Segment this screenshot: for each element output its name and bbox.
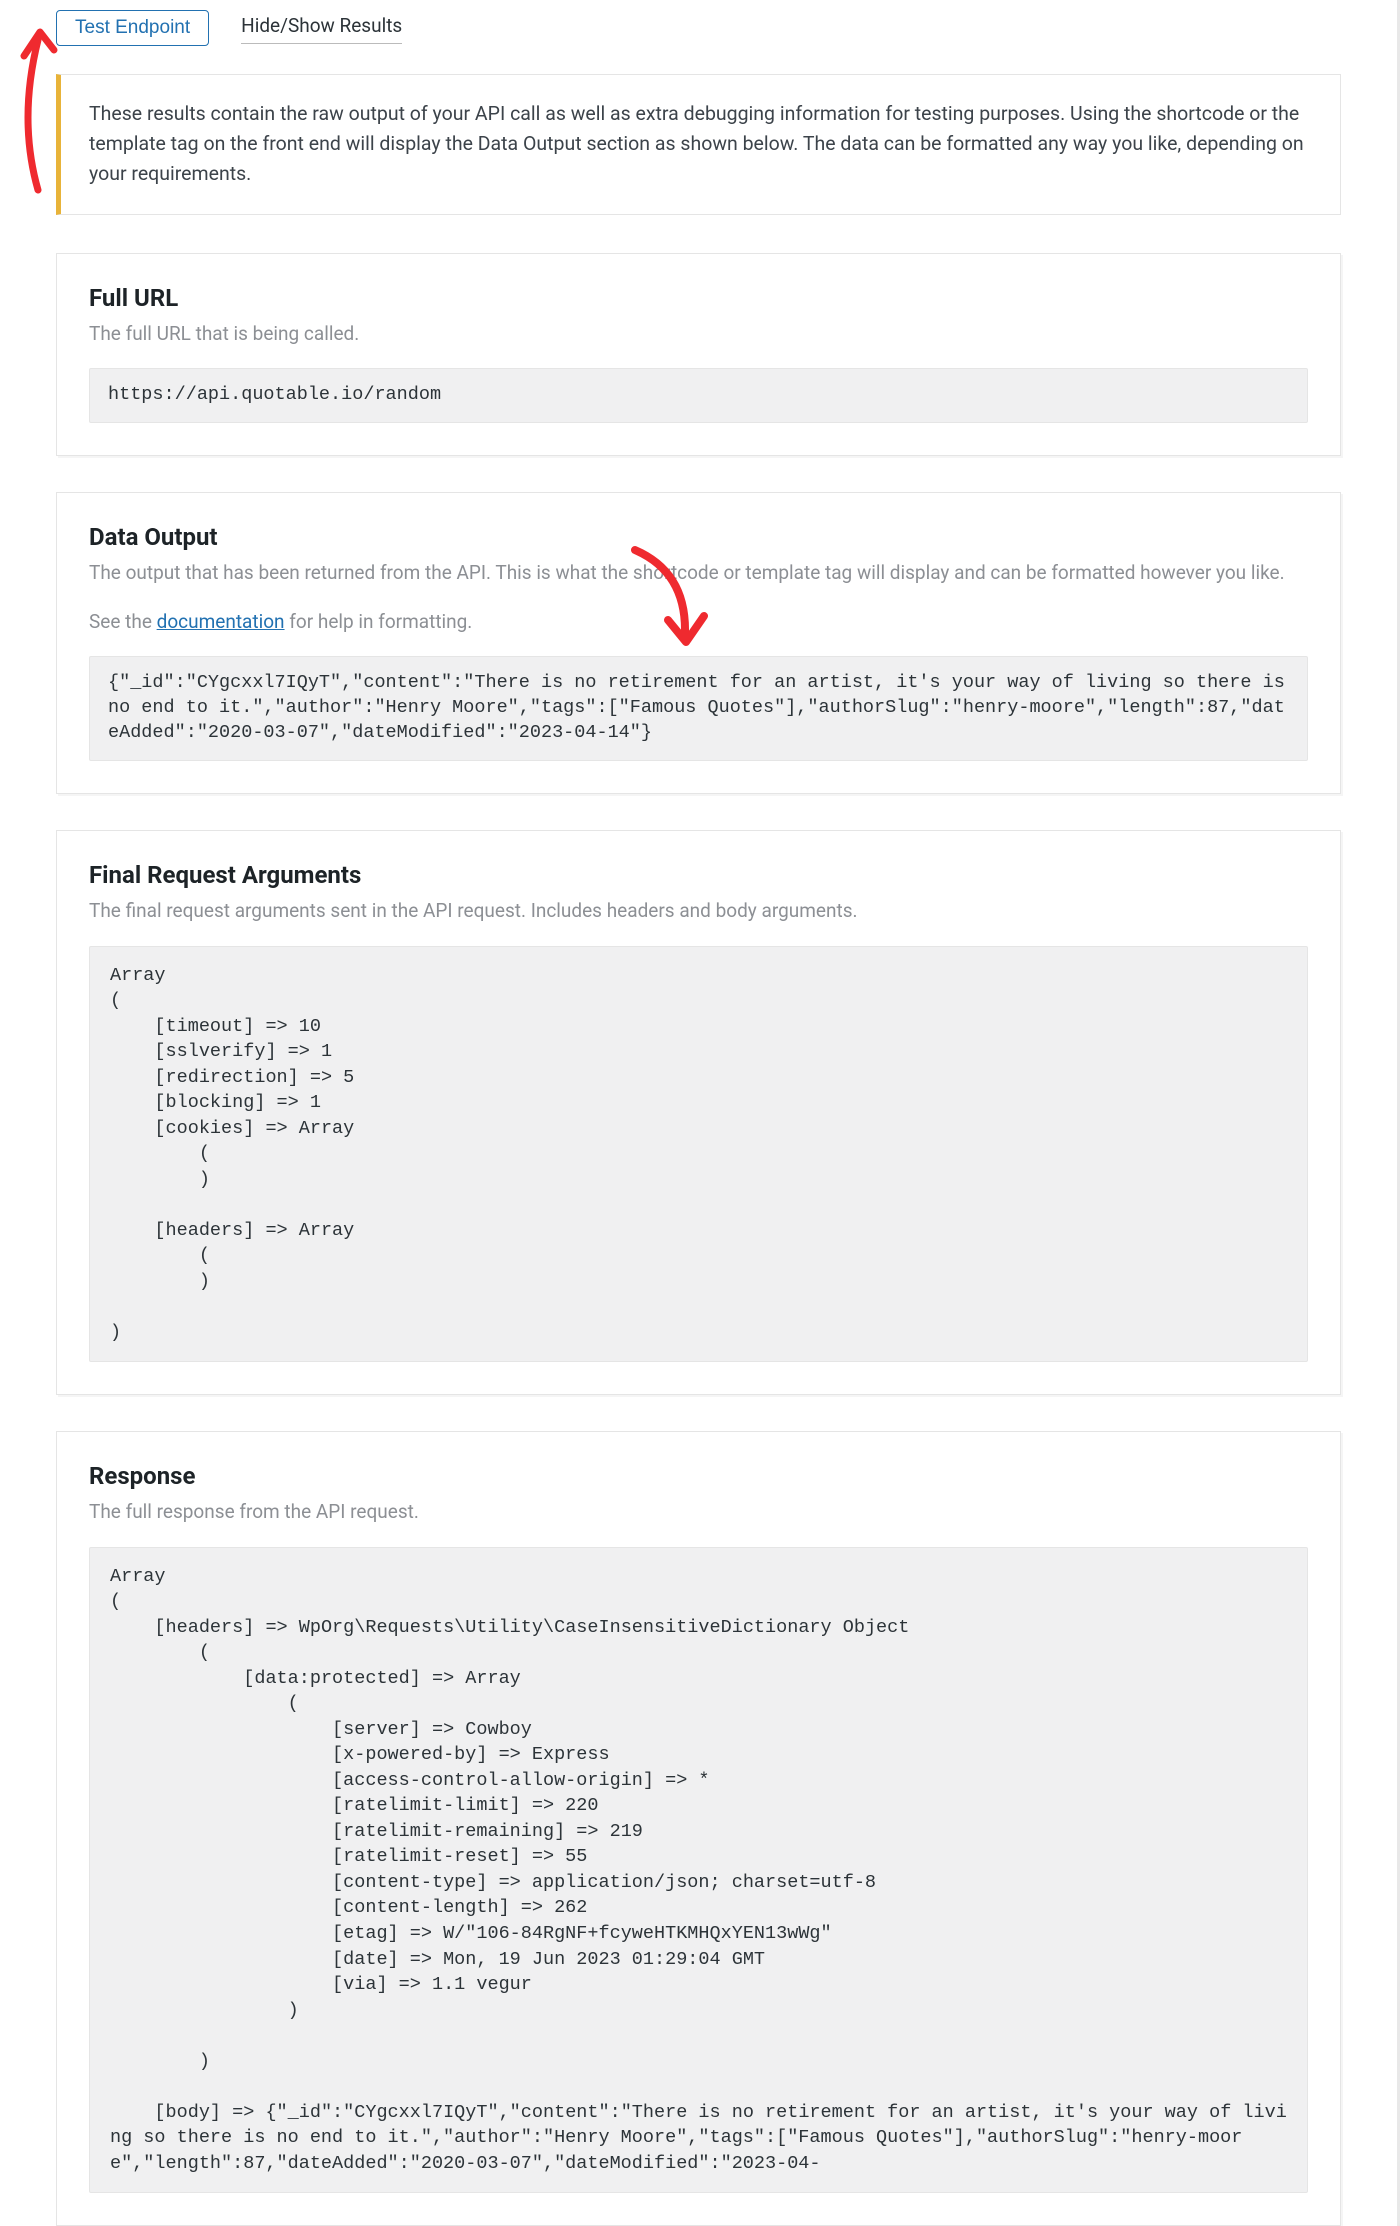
data-output-note: See the documentation for help in format… — [89, 608, 1308, 637]
final-request-panel: Final Request Arguments The final reques… — [56, 830, 1341, 1395]
tabs-row: Test Endpoint Hide/Show Results — [56, 10, 1341, 46]
note-prefix: See the — [89, 610, 157, 633]
test-endpoint-button[interactable]: Test Endpoint — [56, 10, 209, 46]
data-output-panel: Data Output The output that has been ret… — [56, 492, 1341, 794]
documentation-link[interactable]: documentation — [157, 610, 285, 633]
final-request-title: Final Request Arguments — [89, 857, 1308, 893]
response-title: Response — [89, 1458, 1308, 1494]
info-box: These results contain the raw output of … — [56, 74, 1341, 215]
full-url-code: https://api.quotable.io/random — [89, 368, 1308, 423]
data-output-title: Data Output — [89, 519, 1308, 555]
final-request-code: Array ( [timeout] => 10 [sslverify] => 1… — [89, 946, 1308, 1363]
response-panel: Response The full response from the API … — [56, 1431, 1341, 2226]
data-output-subtitle: The output that has been returned from t… — [89, 559, 1308, 588]
note-suffix: for help in formatting. — [285, 610, 473, 633]
full-url-panel: Full URL The full URL that is being call… — [56, 253, 1341, 456]
full-url-title: Full URL — [89, 280, 1308, 316]
response-code: Array ( [headers] => WpOrg\Requests\Util… — [89, 1547, 1308, 2193]
final-request-subtitle: The final request arguments sent in the … — [89, 897, 1308, 926]
hide-show-results-link[interactable]: Hide/Show Results — [241, 12, 402, 44]
response-subtitle: The full response from the API request. — [89, 1498, 1308, 1527]
data-output-code: {"_id":"CYgcxxl7IQyT","content":"There i… — [89, 656, 1308, 761]
info-box-text: These results contain the raw output of … — [89, 102, 1304, 185]
full-url-subtitle: The full URL that is being called. — [89, 320, 1308, 349]
